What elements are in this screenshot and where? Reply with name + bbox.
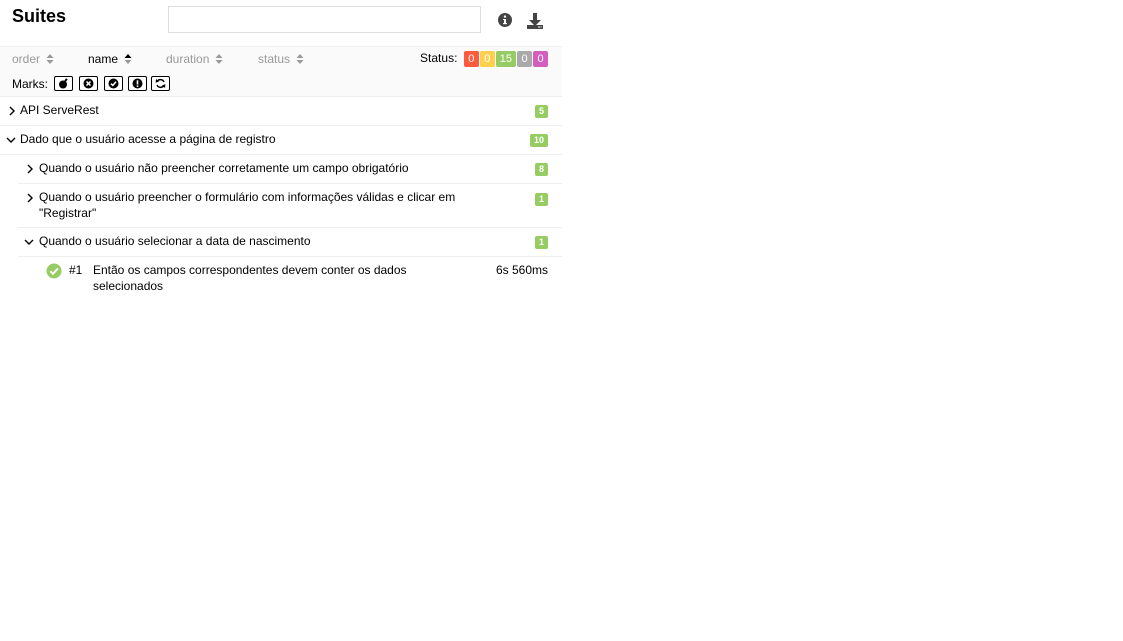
status-failed-badge[interactable]: 0 [463,51,479,67]
tree-group-count-badge: 1 [534,236,548,249]
suites-header: Suites [0,0,562,46]
sort-bar: order name duration status Status: 0 0 15 0… [0,46,562,71]
sort-duration-label: duration [166,52,210,66]
sort-arrows-icon [215,53,223,64]
search-input[interactable] [168,6,481,33]
passed-status-icon [46,263,62,279]
tree-group-label: Quando o usuário não preencher corretame… [39,161,409,175]
tree-group-count-badge: 1 [534,193,548,206]
sort-status[interactable]: status [258,52,304,66]
status-skipped-badge[interactable]: 0 [517,51,532,67]
sort-order-label: order [12,52,41,66]
sort-duration[interactable]: duration [166,52,223,66]
flaky-mark-button[interactable] [54,76,73,91]
new-failed-icon [83,78,94,89]
new-passed-icon [108,78,119,89]
download-icon[interactable] [526,12,544,30]
info-icon[interactable] [497,12,515,30]
marks-label: Marks: [12,77,48,91]
status-broken-badge[interactable]: 0 [479,51,495,67]
sort-arrows-icon [296,53,304,64]
chevron-down-icon [24,239,34,245]
tree-group-label: API ServeRest [20,103,99,117]
tree-group-api-serverest[interactable]: API ServeRest 5 [0,97,562,126]
test-case-name: Então os campos correspondentes devem co… [93,263,407,293]
retries-mark-button[interactable] [151,76,170,91]
flaky-icon [59,78,68,89]
tree-group-label: Quando o usuário preencher o formulário … [39,190,456,220]
chevron-down-icon [6,137,16,143]
tree-group-data-nascimento[interactable]: Quando o usuário selecionar a data de na… [18,228,562,257]
chevron-right-icon [9,106,15,116]
tree-group-count-badge: 5 [534,105,548,118]
status-label: Status: [420,51,458,65]
new-failed-mark-button[interactable] [79,76,98,91]
new-broken-mark-button[interactable] [128,76,147,91]
tree-group-campo-obrigatorio[interactable]: Quando o usuário não preencher corretame… [18,155,562,184]
sort-arrows-icon [46,53,54,64]
new-passed-mark-button[interactable] [104,76,123,91]
page-title: Suites [12,6,67,26]
status-passed-badge[interactable]: 15 [495,51,516,67]
tree-group-formulario-valido[interactable]: Quando o usuário preencher o formulário … [18,184,562,228]
sort-name[interactable]: name [88,52,132,66]
tree-group-label: Quando o usuário selecionar a data de na… [39,234,311,248]
sort-order[interactable]: order [12,52,54,66]
status-unknown-badge[interactable]: 0 [533,51,548,67]
tree-group-count-badge: 10 [529,134,548,147]
suites-pane: Suites order name duration status Status… [0,0,562,295]
tree-group-count-badge: 8 [534,163,548,176]
chevron-right-icon [27,193,33,203]
tree-group-registro[interactable]: Dado que o usuário acesse a página de re… [0,126,562,155]
sort-name-label: name [88,52,119,66]
chevron-right-icon [27,164,33,174]
sort-ascending-icon [124,53,132,64]
sort-status-label: status [258,52,291,66]
marks-bar: Marks: [0,71,562,97]
test-case-index: #1 [69,263,83,277]
status-filter: Status: 0 0 15 0 0 [420,51,548,67]
test-case-duration: 6s 560ms [495,263,548,277]
tree-group-label: Dado que o usuário acesse a página de re… [20,132,276,146]
new-broken-icon [132,78,143,89]
test-case-row[interactable]: #1 Então os campos correspondentes devem… [34,257,562,295]
retries-icon [155,78,166,89]
